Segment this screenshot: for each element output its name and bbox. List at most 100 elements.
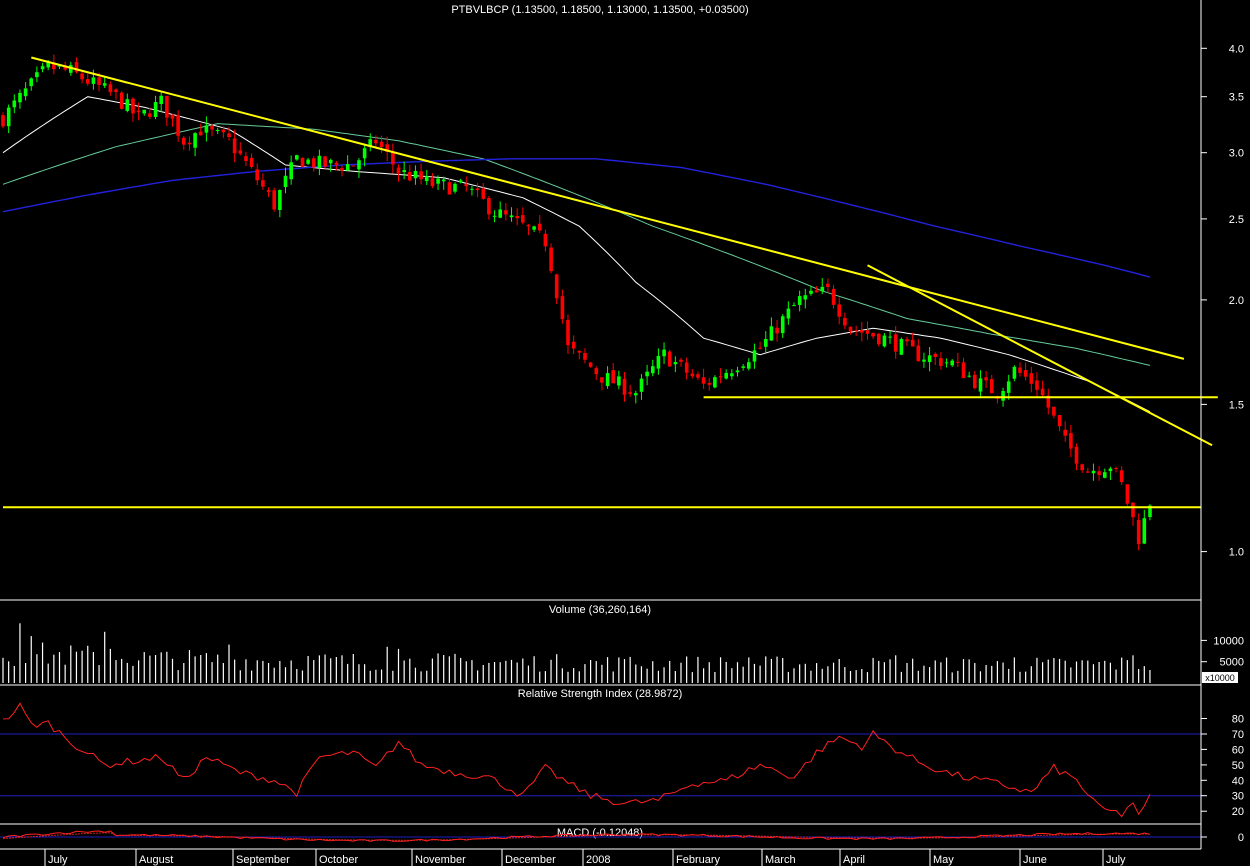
candle-body bbox=[651, 366, 655, 374]
candle-body bbox=[114, 89, 118, 92]
rsi-axis-tick-label: 50 bbox=[1232, 760, 1244, 772]
candle-body bbox=[334, 162, 339, 165]
candle-body bbox=[193, 133, 197, 148]
candle-body bbox=[142, 109, 146, 114]
candle-body bbox=[1108, 468, 1113, 472]
candle-body bbox=[1125, 484, 1130, 504]
candle-body bbox=[1063, 429, 1067, 436]
volume-unit-label: x10000 bbox=[1205, 673, 1235, 683]
candle-body bbox=[328, 160, 333, 164]
price-title: PTBVLBCP (1.13500, 1.18500, 1.13000, 1.1… bbox=[451, 4, 748, 16]
candle-body bbox=[136, 110, 141, 112]
candle-body bbox=[131, 98, 135, 114]
candle-body bbox=[487, 198, 491, 215]
candle-body bbox=[701, 377, 706, 384]
candle-body bbox=[865, 330, 870, 334]
candle-body bbox=[317, 155, 322, 168]
candle-body bbox=[453, 183, 457, 192]
candle-body bbox=[272, 190, 276, 210]
rsi-axis-tick-label: 70 bbox=[1232, 729, 1244, 741]
candle-body bbox=[617, 376, 621, 386]
price-axis-tick-label: 2.5 bbox=[1229, 214, 1244, 226]
candle-body bbox=[662, 349, 666, 357]
candle-body bbox=[29, 78, 33, 87]
candle-body bbox=[910, 339, 915, 347]
candle-body bbox=[306, 159, 310, 164]
rsi-line bbox=[2, 702, 1151, 818]
candle-body bbox=[1142, 518, 1147, 544]
volume-panel: Volume (36,260,164) bbox=[2, 604, 1151, 683]
candle-body bbox=[289, 162, 293, 180]
candle-body bbox=[882, 335, 887, 347]
candle-body bbox=[803, 295, 808, 300]
candle-body bbox=[12, 100, 17, 108]
candle-body bbox=[6, 107, 11, 127]
candle-body bbox=[831, 288, 836, 305]
candle-body bbox=[639, 378, 644, 392]
candle-body bbox=[724, 372, 728, 379]
candle-body bbox=[182, 137, 186, 145]
candle-body bbox=[549, 247, 553, 272]
candle-body bbox=[775, 327, 779, 334]
candle-body bbox=[481, 188, 486, 199]
candle-body bbox=[515, 216, 519, 219]
candle-body bbox=[1052, 406, 1056, 416]
candle-body bbox=[187, 142, 192, 145]
candle-body bbox=[871, 332, 875, 337]
candle-body bbox=[80, 73, 84, 80]
price-axis-tick-label: 3.5 bbox=[1229, 92, 1244, 104]
candle-body bbox=[860, 330, 864, 333]
candle-body bbox=[521, 215, 525, 223]
rsi-axis-tick-label: 30 bbox=[1232, 791, 1244, 803]
candle-body bbox=[323, 156, 327, 167]
candle-body bbox=[1119, 470, 1124, 483]
candle-body bbox=[351, 165, 356, 167]
x-axis: July August September October November Decemb… bbox=[44, 849, 1126, 866]
price-axis-tick-label: 2.0 bbox=[1229, 295, 1244, 307]
moving-average-line bbox=[2, 96, 1151, 413]
candle-body bbox=[922, 359, 926, 362]
candle-body bbox=[249, 157, 254, 167]
candle-body bbox=[102, 83, 107, 86]
x-tick-label: November bbox=[415, 854, 466, 866]
candle-body bbox=[600, 377, 604, 383]
candle-body bbox=[764, 339, 768, 347]
candle-body bbox=[97, 77, 101, 85]
candle-body bbox=[227, 133, 231, 137]
volume-title: Volume (36,260,164) bbox=[549, 604, 651, 616]
candle-body bbox=[204, 125, 209, 133]
x-tick-label: October bbox=[319, 854, 358, 866]
candle-body bbox=[927, 355, 932, 363]
candle-body bbox=[978, 378, 983, 392]
candle-body bbox=[1006, 381, 1011, 393]
candle-body bbox=[475, 188, 480, 191]
candle-body bbox=[560, 296, 565, 320]
macd-panel: MACD (-0.12048) bbox=[0, 827, 1201, 842]
x-tick-label: April bbox=[843, 854, 865, 866]
candle-body bbox=[447, 182, 452, 195]
candle-body bbox=[402, 170, 406, 172]
macd-axis-tick-label: 0 bbox=[1238, 832, 1244, 844]
candle-body bbox=[933, 353, 938, 357]
candle-body bbox=[441, 179, 446, 182]
candle-body bbox=[396, 167, 401, 174]
candle-body bbox=[583, 353, 587, 360]
candle-body bbox=[837, 304, 841, 317]
candle-body bbox=[424, 176, 429, 182]
candle-body bbox=[690, 373, 695, 377]
trendline bbox=[31, 56, 1185, 360]
candle-body bbox=[283, 175, 288, 188]
candle-body bbox=[23, 88, 28, 97]
candle-body bbox=[1091, 470, 1096, 474]
price-axis-tick-label: 4.0 bbox=[1229, 43, 1244, 55]
candle-body bbox=[814, 290, 819, 293]
candle-body bbox=[718, 376, 723, 378]
candle-body bbox=[408, 172, 412, 181]
candle-body bbox=[1086, 471, 1090, 473]
candle-body bbox=[413, 171, 418, 179]
candle-body bbox=[888, 336, 892, 338]
candle-body bbox=[780, 316, 785, 334]
candle-body bbox=[498, 209, 502, 218]
candle-body bbox=[944, 362, 949, 364]
rsi-axis-tick-label: 40 bbox=[1232, 775, 1244, 787]
